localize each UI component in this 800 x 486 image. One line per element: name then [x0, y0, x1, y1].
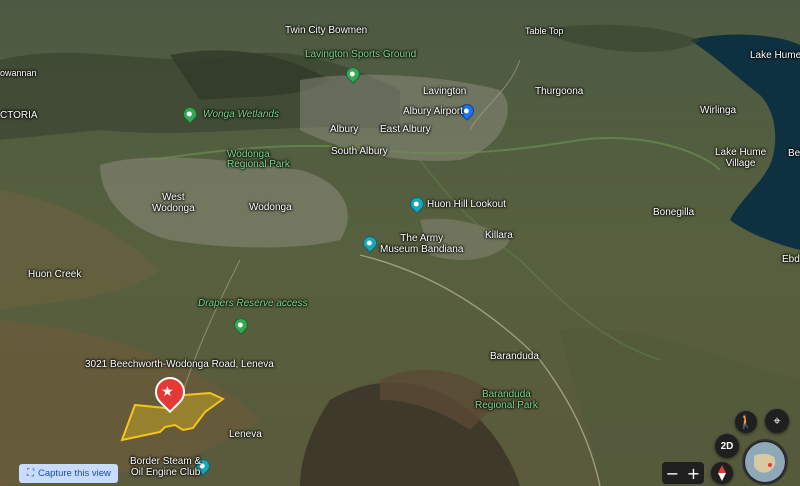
label-belv: Belv [788, 148, 800, 159]
label-south-albury: South Albury [331, 146, 388, 157]
label-baranduda: Baranduda [490, 351, 539, 362]
compass-button[interactable] [711, 462, 733, 484]
star-icon: ★ [161, 383, 174, 400]
target-icon: ⌖ [773, 413, 781, 429]
label-table-top: Table Top [525, 26, 564, 36]
label-ebden: Ebde [782, 254, 800, 265]
label-east-albury: East Albury [380, 124, 431, 135]
label-lake-hume-village: Lake Hume Village [715, 147, 767, 169]
globe-icon [745, 442, 785, 482]
label-address: 3021 Beechworth-Wodonga Road, Leneva [85, 359, 274, 370]
label-lavington-sports-ground: Lavington Sports Ground [305, 49, 417, 60]
label-thurgoona: Thurgoona [535, 86, 584, 97]
pegman-icon: 🚶 [737, 414, 755, 430]
label-albury-airport: Albury Airport [403, 106, 464, 117]
label-baranduda-regional-park: Baranduda Regional Park [475, 389, 538, 411]
label-lavington: Lavington [423, 86, 467, 97]
zoom-out-button[interactable]: − [666, 464, 679, 483]
label-bonegilla: Bonegilla [653, 207, 695, 218]
zoom-in-button[interactable]: + [687, 464, 700, 483]
label-huon-hill-lookout: Huon Hill Lookout [427, 199, 506, 210]
label-army-museum: The Army Museum Bandiana [380, 233, 464, 255]
label-owannan: owannan [0, 68, 37, 78]
compass-icon [718, 465, 726, 481]
zoom-controls: − + [662, 462, 704, 484]
label-wirlinga: Wirlinga [700, 105, 737, 116]
capture-view-button[interactable]: ⛶ Capture this view [19, 464, 118, 483]
label-wodonga: Wodonga [249, 202, 292, 213]
label-albury: Albury [330, 124, 359, 135]
label-huon-creek: Huon Creek [28, 269, 82, 280]
label-twin-city-bowmen: Twin City Bowmen [285, 25, 368, 36]
2d-label: 2D [720, 440, 734, 452]
label-wodonga-regional-park: Wodonga Regional Park [227, 149, 290, 170]
capture-icon: ⛶ [27, 468, 34, 479]
globe-button[interactable] [742, 439, 788, 485]
label-leneva: Leneva [229, 429, 262, 440]
toggle-2d-button[interactable]: 2D [715, 434, 739, 458]
label-lake-hume: Lake Hume [750, 50, 800, 61]
label-drapers-reserve: Drapers Reserve access [198, 298, 308, 309]
label-west-wodonga: West Wodonga [152, 192, 195, 214]
label-victoria: CTORIA [0, 110, 38, 121]
label-wonga-wetlands: Wonga Wetlands [203, 109, 279, 120]
capture-label: Capture this view [38, 468, 111, 479]
my-location-button[interactable]: ⌖ [765, 409, 789, 433]
label-killara: Killara [485, 230, 513, 241]
label-border-steam: Border Steam & Oil Engine Club [130, 456, 202, 478]
street-view-pegman-button[interactable]: 🚶 [735, 411, 757, 433]
